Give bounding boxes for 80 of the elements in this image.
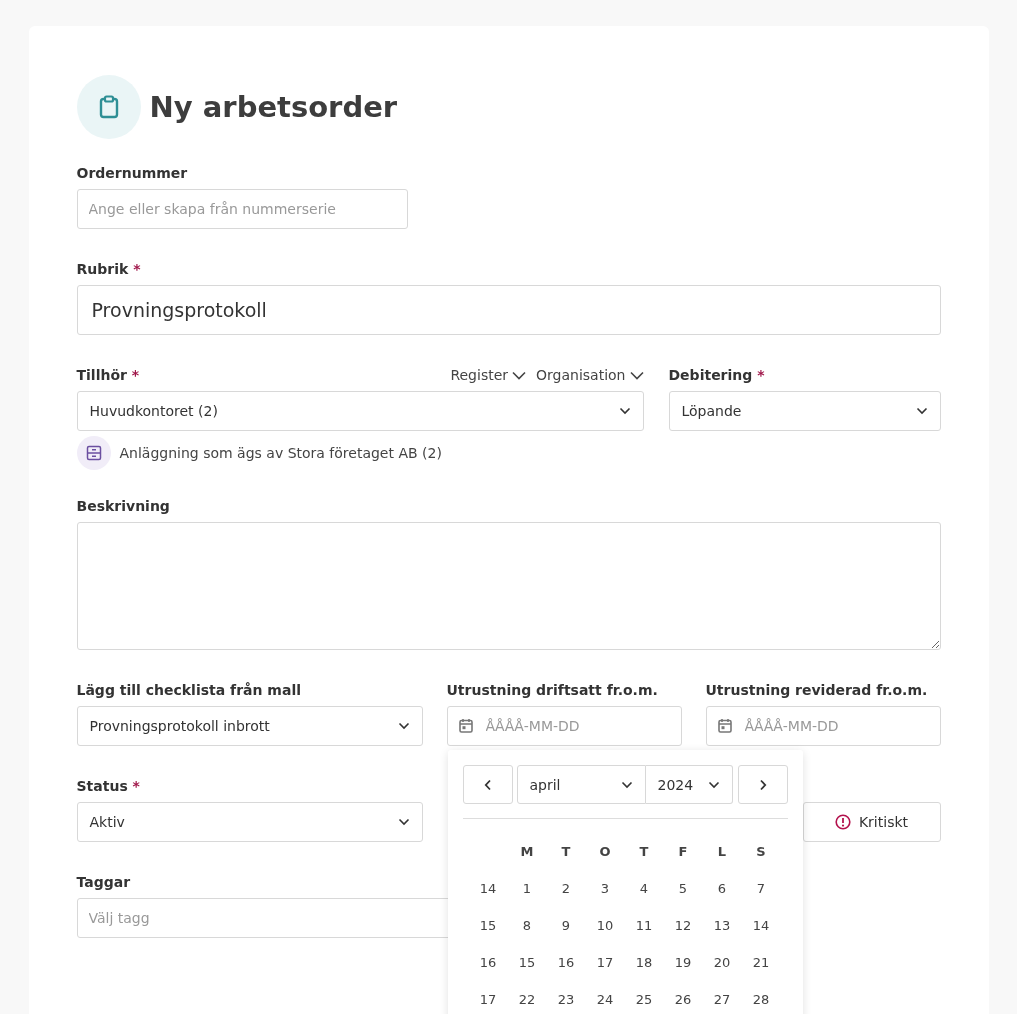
calendar-icon bbox=[458, 718, 473, 733]
exclamation-circle-icon bbox=[834, 814, 851, 830]
calendar-day[interactable]: 19 bbox=[674, 955, 692, 970]
page-title: Ny arbetsorder bbox=[149, 90, 398, 124]
week-number: 14 bbox=[479, 881, 497, 896]
field-label: Tillhör * bbox=[76, 366, 140, 385]
weekday-label: S bbox=[756, 844, 766, 859]
month-select[interactable]: april bbox=[516, 765, 646, 804]
description-field[interactable] bbox=[76, 522, 941, 650]
weekday-label: O bbox=[599, 844, 611, 859]
weekday-label: M bbox=[520, 844, 534, 859]
calendar-day[interactable]: 1 bbox=[522, 881, 532, 896]
calendar-day[interactable]: 10 bbox=[596, 918, 614, 933]
calendar-day[interactable]: 14 bbox=[752, 918, 770, 933]
field-label: Beskrivning bbox=[76, 497, 170, 516]
chevron-icon bbox=[915, 407, 928, 415]
field-label: Status * bbox=[76, 777, 140, 796]
calendar-day[interactable]: 17 bbox=[596, 955, 614, 970]
chevron-icon bbox=[629, 370, 644, 380]
calendar-day[interactable]: 28 bbox=[752, 992, 770, 1007]
field-label: Debitering * bbox=[668, 366, 765, 385]
chevron-icon bbox=[620, 780, 633, 789]
date-field[interactable]: ÅÅÅÅ-MM-DD bbox=[705, 706, 941, 746]
calendar-day[interactable]: 8 bbox=[522, 918, 532, 933]
calendar-day[interactable]: 5 bbox=[678, 881, 688, 896]
calendar-day[interactable]: 22 bbox=[518, 992, 536, 1007]
calendar-day[interactable]: 9 bbox=[561, 918, 571, 933]
calendar-day[interactable]: 3 bbox=[600, 881, 610, 896]
calendar-day[interactable]: 4 bbox=[639, 881, 649, 896]
priority-button[interactable]: Kritiskt bbox=[802, 802, 941, 842]
calendar-day[interactable]: 11 bbox=[635, 918, 653, 933]
field-label: Utrustning driftsatt fr.o.m. bbox=[446, 681, 658, 700]
calendar-day[interactable]: 13 bbox=[713, 918, 731, 933]
filter-dropdown[interactable]: Organisation bbox=[536, 367, 644, 383]
week-number: 17 bbox=[479, 992, 497, 1007]
calendar-day[interactable]: 21 bbox=[752, 955, 770, 970]
weekday-label: T bbox=[639, 844, 649, 859]
calendar-day[interactable]: 15 bbox=[518, 955, 536, 970]
calendar-day[interactable]: 20 bbox=[713, 955, 731, 970]
field-label: Utrustning reviderad fr.o.m. bbox=[705, 681, 928, 700]
calendar-day[interactable]: 7 bbox=[756, 881, 766, 896]
chevron-icon bbox=[512, 370, 527, 380]
weekday-label: T bbox=[561, 844, 571, 859]
year-select[interactable]: 2024 bbox=[645, 765, 733, 804]
checklist-select[interactable]: Provningsprotokoll inbrott bbox=[76, 706, 423, 746]
field-label: Ordernummer bbox=[76, 164, 188, 183]
next-month-button[interactable] bbox=[737, 765, 788, 804]
date-field[interactable]: ÅÅÅÅ-MM-DD bbox=[446, 706, 682, 746]
calendar-day[interactable]: 27 bbox=[713, 992, 731, 1007]
owner-select[interactable]: Huvudkontoret (2) bbox=[76, 391, 644, 431]
heading-field[interactable]: Provningsprotokoll bbox=[76, 285, 941, 335]
chevron-icon bbox=[397, 722, 410, 730]
filter-dropdown[interactable]: Register bbox=[450, 367, 527, 383]
calendar-icon bbox=[717, 718, 732, 733]
calendar-day[interactable]: 16 bbox=[557, 955, 575, 970]
calendar-day[interactable]: 26 bbox=[674, 992, 692, 1007]
order-number-field[interactable]: Ange eller skapa från nummerserie bbox=[76, 189, 408, 229]
billing-select[interactable]: Löpande bbox=[668, 391, 941, 431]
calendar-day[interactable]: 25 bbox=[635, 992, 653, 1007]
owner-info: Anläggning som ägs av Stora företaget AB (2) bbox=[119, 445, 442, 461]
week-number: 15 bbox=[479, 918, 497, 933]
calendar-day[interactable]: 18 bbox=[635, 955, 653, 970]
status-select[interactable]: Aktiv bbox=[76, 802, 423, 842]
field-label: Rubrik * bbox=[76, 260, 141, 279]
chevron-icon bbox=[397, 818, 410, 826]
chevron-icon bbox=[618, 407, 631, 415]
weekday-label: L bbox=[717, 844, 727, 859]
calendar-day[interactable]: 6 bbox=[717, 881, 727, 896]
calendar-day[interactable]: 2 bbox=[561, 881, 571, 896]
chevron-icon bbox=[707, 780, 720, 789]
week-number: 16 bbox=[479, 955, 497, 970]
weekday-label: F bbox=[678, 844, 688, 859]
previous-month-button[interactable] bbox=[462, 765, 513, 804]
chevron-left-icon bbox=[483, 778, 492, 791]
field-label: Taggar bbox=[76, 873, 131, 892]
chevron-right-icon bbox=[758, 778, 767, 791]
archive-icon bbox=[76, 436, 111, 470]
field-label: Lägg till checklista från mall bbox=[76, 681, 301, 700]
calendar-day[interactable]: 23 bbox=[557, 992, 575, 1007]
calendar-day[interactable]: 24 bbox=[596, 992, 614, 1007]
